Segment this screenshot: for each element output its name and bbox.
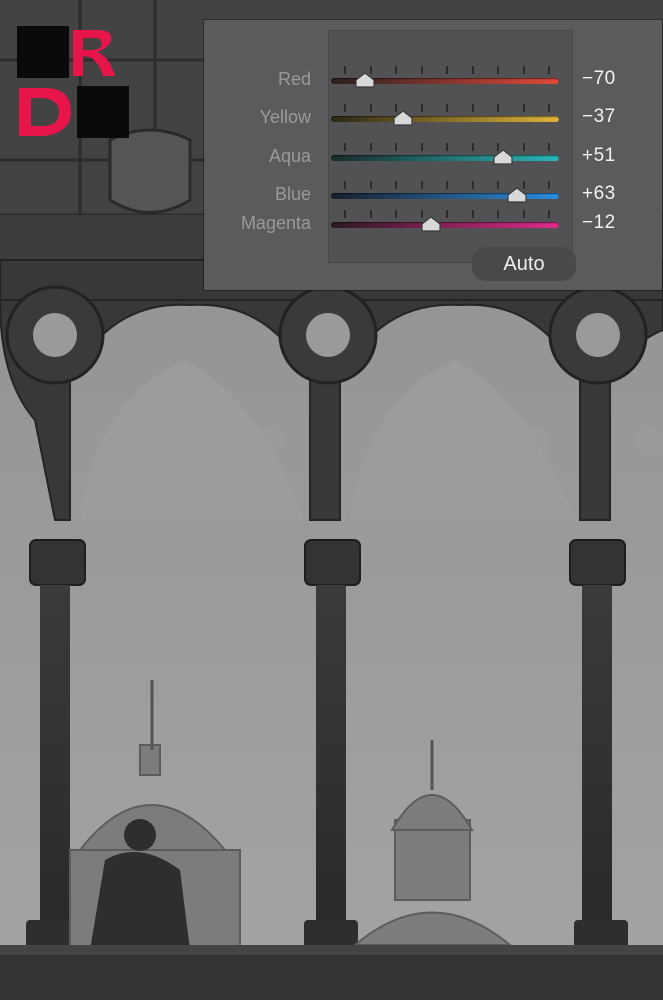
slider-label: Blue xyxy=(274,184,311,204)
slider-row-yellow: Yellow −37 xyxy=(204,104,662,130)
slider-label: Red xyxy=(277,69,311,89)
slider-tick xyxy=(471,143,474,151)
slider-aqua[interactable] xyxy=(330,143,560,169)
slider-tick xyxy=(497,66,499,74)
slider-tick xyxy=(548,104,550,112)
slider-tick xyxy=(369,104,372,112)
slider-ticks xyxy=(344,210,550,218)
slider-thumb-icon[interactable] xyxy=(492,149,514,165)
slider-label: Aqua xyxy=(268,146,311,166)
slider-tick xyxy=(369,210,372,218)
slider-tick xyxy=(420,104,423,112)
slider-tick xyxy=(522,143,525,151)
slider-value: +51 xyxy=(582,145,616,166)
slider-tick xyxy=(420,66,423,74)
slider-yellow[interactable] xyxy=(330,104,560,130)
auto-button[interactable]: Auto xyxy=(472,247,576,281)
slider-thumb-icon[interactable] xyxy=(354,72,376,88)
slider-track xyxy=(331,155,559,161)
slider-row-magenta: Magenta −12 xyxy=(204,210,662,236)
slider-tick xyxy=(395,66,397,74)
slider-tick xyxy=(344,143,346,151)
slider-tick xyxy=(344,210,346,218)
slider-label: Magenta xyxy=(240,213,311,233)
slider-tick xyxy=(471,66,474,74)
slider-red[interactable] xyxy=(330,66,560,92)
slider-tick xyxy=(395,143,397,151)
slider-tick xyxy=(395,181,397,189)
slider-tick xyxy=(548,210,550,218)
slider-value: −12 xyxy=(582,212,616,233)
slider-tick xyxy=(344,181,346,189)
slider-magenta[interactable] xyxy=(330,210,560,236)
slider-tick xyxy=(446,210,448,218)
slider-tick xyxy=(344,66,346,74)
hsl-adjustment-panel: Red −70 Yellow −37 Aqua +51 Blue +63 Magenta −12 … xyxy=(204,20,662,290)
slider-tick xyxy=(471,181,474,189)
slider-tick xyxy=(446,181,448,189)
slider-tick xyxy=(446,66,448,74)
slider-row-red: Red −70 xyxy=(204,66,662,92)
slider-value: +63 xyxy=(582,183,616,204)
slider-value: −37 xyxy=(582,106,616,127)
slider-tick xyxy=(548,143,550,151)
rd-logo-icon xyxy=(17,26,129,138)
slider-track xyxy=(331,116,559,122)
slider-tick xyxy=(395,210,397,218)
slider-tick xyxy=(446,143,448,151)
slider-thumb-icon[interactable] xyxy=(420,216,442,232)
slider-ticks xyxy=(344,143,550,151)
slider-row-blue: Blue +63 xyxy=(204,181,662,207)
slider-value: −70 xyxy=(582,68,616,89)
slider-tick xyxy=(369,143,372,151)
slider-tick xyxy=(497,104,499,112)
slider-thumb-icon[interactable] xyxy=(392,110,414,126)
slider-row-aqua: Aqua +51 xyxy=(204,143,662,169)
slider-ticks xyxy=(344,104,550,112)
slider-tick xyxy=(522,66,525,74)
slider-tick xyxy=(522,104,525,112)
slider-tick xyxy=(548,66,550,74)
slider-tick xyxy=(471,104,474,112)
slider-tick xyxy=(420,143,423,151)
slider-track xyxy=(331,222,559,228)
slider-tick xyxy=(344,104,346,112)
slider-tick xyxy=(497,210,499,218)
slider-thumb-icon[interactable] xyxy=(506,187,528,203)
slider-tick xyxy=(497,181,499,189)
slider-tick xyxy=(471,210,474,218)
slider-blue[interactable] xyxy=(330,181,560,207)
slider-tick xyxy=(522,210,525,218)
slider-tick xyxy=(446,104,448,112)
slider-label: Yellow xyxy=(259,107,311,127)
slider-tick xyxy=(369,181,372,189)
slider-tick xyxy=(420,181,423,189)
slider-tick xyxy=(548,181,550,189)
